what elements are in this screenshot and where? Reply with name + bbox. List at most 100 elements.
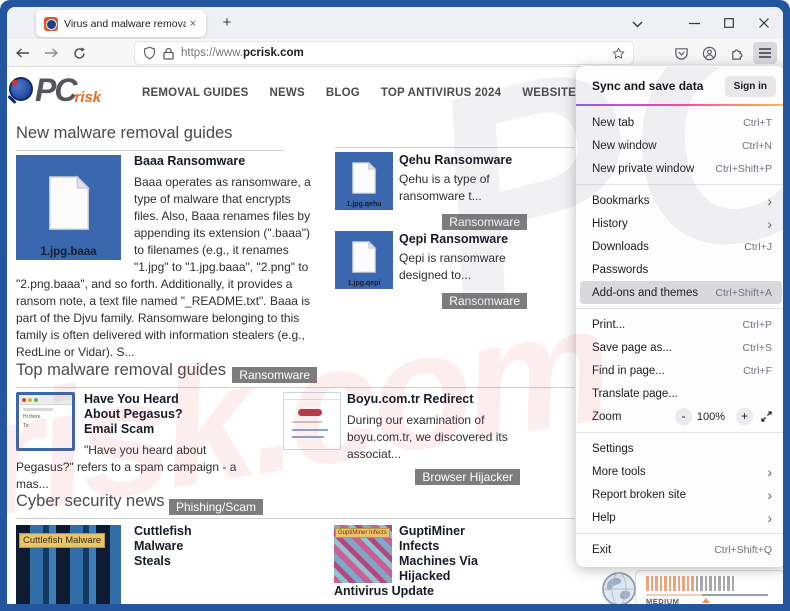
reload-icon[interactable] bbox=[67, 43, 91, 63]
thumb-text: Hi there bbox=[23, 414, 72, 420]
thumbnail-label: Cuttlefish Malware bbox=[19, 533, 105, 548]
article-thumbnail[interactable]: Hi there To: bbox=[16, 392, 75, 451]
category-badge[interactable]: Ransomware bbox=[442, 214, 527, 230]
menu-item-help[interactable]: Help› bbox=[576, 506, 783, 529]
article-baaa-ransomware: 1.jpg.baaa Baaa Ransomware Baaa operates… bbox=[16, 152, 317, 384]
article-thumbnail[interactable] bbox=[283, 392, 341, 450]
close-button[interactable] bbox=[751, 11, 777, 35]
article-title[interactable]: Qehu Ransomware bbox=[399, 153, 529, 168]
firefox-app-menu: Sync and save data Sign in New tabCtrl+T… bbox=[576, 66, 783, 567]
globe-icon bbox=[601, 571, 637, 604]
back-icon[interactable] bbox=[11, 43, 35, 63]
extensions-puzzle-icon[interactable] bbox=[725, 42, 749, 64]
menu-item-report-broken-site[interactable]: Report broken site› bbox=[576, 483, 783, 506]
zoom-level-value[interactable]: 100% bbox=[692, 411, 730, 423]
tab-title: Virus and malware removal inst bbox=[64, 18, 186, 30]
menu-divider bbox=[576, 308, 783, 309]
gauge-marker-icon bbox=[702, 598, 710, 603]
pcrisk-favicon-icon bbox=[44, 17, 58, 31]
article-thumbnail[interactable]: GuptiMiner Infects bbox=[334, 525, 392, 583]
thumb-text: To: bbox=[23, 423, 72, 429]
nav-top-antivirus[interactable]: TOP ANTIVIRUS 2024 bbox=[381, 87, 501, 99]
article-thumbnail[interactable]: 1.jpg.baaa bbox=[16, 155, 121, 260]
zoom-in-button[interactable]: + bbox=[736, 408, 753, 425]
url-text: https://www.pcrisk.com bbox=[181, 47, 304, 59]
menu-item-exit[interactable]: ExitCtrl+Shift+Q bbox=[576, 538, 783, 561]
new-tab-button[interactable]: + bbox=[217, 13, 237, 33]
article-excerpt: Qepi is ransomware designed to... bbox=[399, 250, 529, 284]
section-heading-top-guides: Top malware removal guides bbox=[16, 361, 575, 388]
pocket-icon[interactable] bbox=[669, 42, 693, 64]
menu-item-settings[interactable]: Settings bbox=[576, 437, 783, 460]
thumbnail-caption: 1.jpg.qehu bbox=[335, 201, 393, 208]
maximize-button[interactable] bbox=[716, 11, 742, 35]
menu-item-print[interactable]: Print...Ctrl+P bbox=[576, 313, 783, 336]
menu-item-zoom: Zoom - 100% + bbox=[576, 405, 783, 428]
menu-item-translate-page[interactable]: Translate page... bbox=[576, 382, 783, 405]
nav-news[interactable]: NEWS bbox=[270, 87, 305, 99]
article-title[interactable]: Qepi Ransomware bbox=[399, 232, 529, 247]
article-thumbnail[interactable]: Cuttlefish Malware bbox=[16, 525, 121, 604]
article-excerpt: Qehu is a type of ransomware t... bbox=[399, 171, 529, 205]
category-badge[interactable]: Browser Hijacker bbox=[415, 469, 520, 485]
menu-item-passwords[interactable]: Passwords bbox=[576, 258, 783, 281]
list-all-tabs-icon[interactable] bbox=[624, 15, 650, 33]
article-thumbnail[interactable]: 1.jpg.qepi bbox=[335, 231, 393, 289]
menu-item-addons-themes[interactable]: Add-ons and themesCtrl+Shift+A bbox=[580, 281, 782, 304]
site-navigation: REMOVAL GUIDES NEWS BLOG TOP ANTIVIRUS 2… bbox=[142, 87, 638, 99]
lock-icon[interactable] bbox=[163, 47, 174, 60]
menu-item-new-private-window[interactable]: New private windowCtrl+Shift+P bbox=[576, 157, 783, 180]
mail-window-bar bbox=[19, 395, 72, 405]
fullscreen-icon[interactable] bbox=[761, 411, 772, 422]
gauge-level-label: MEDIUM bbox=[646, 597, 679, 604]
url-bar[interactable]: https://www.pcrisk.com bbox=[135, 42, 633, 64]
menu-item-downloads[interactable]: DownloadsCtrl+J bbox=[576, 235, 783, 258]
file-icon bbox=[351, 241, 377, 273]
title-bar: Virus and malware removal inst × + bbox=[7, 7, 783, 39]
menu-item-history[interactable]: History› bbox=[576, 212, 783, 235]
menu-item-bookmarks[interactable]: Bookmarks› bbox=[576, 189, 783, 212]
file-icon bbox=[351, 162, 377, 194]
thumbnail-label: GuptiMiner Infects bbox=[335, 528, 390, 538]
magnifier-logo-icon bbox=[9, 77, 33, 101]
menu-item-more-tools[interactable]: More tools› bbox=[576, 460, 783, 483]
category-badge[interactable]: Ransomware bbox=[442, 293, 527, 309]
file-icon bbox=[47, 175, 91, 231]
thumbnail-caption: 1.jpg.qepi bbox=[335, 280, 393, 287]
account-icon[interactable] bbox=[697, 42, 721, 64]
logo-text-risk: risk bbox=[74, 89, 101, 106]
menu-hamburger-icon[interactable] bbox=[753, 42, 777, 64]
sync-gradient-divider bbox=[576, 104, 783, 106]
sign-in-button[interactable]: Sign in bbox=[725, 76, 776, 97]
menu-divider bbox=[576, 184, 783, 185]
nav-blog[interactable]: BLOG bbox=[326, 87, 360, 99]
zoom-out-button[interactable]: - bbox=[675, 408, 692, 425]
menu-item-sync[interactable]: Sync and save data Sign in bbox=[576, 72, 783, 100]
menu-item-new-tab[interactable]: New tabCtrl+T bbox=[576, 111, 783, 134]
bookmark-star-icon[interactable] bbox=[612, 47, 625, 60]
menu-item-save-page-as[interactable]: Save page as...Ctrl+S bbox=[576, 336, 783, 359]
article-qehu-ransomware: 1.jpg.qehu Qehu Ransomware Qehu is a typ… bbox=[335, 152, 527, 231]
browser-tab[interactable]: Virus and malware removal inst × bbox=[36, 10, 206, 37]
section-heading-new-guides: New malware removal guides bbox=[16, 124, 284, 151]
gauge-bars bbox=[646, 576, 734, 591]
section-heading-news: Cyber security news bbox=[16, 492, 575, 519]
threat-level-gauge[interactable]: MEDIUM bbox=[635, 570, 783, 604]
tab-close-icon[interactable]: × bbox=[186, 18, 200, 30]
navigation-toolbar: https://www.pcrisk.com bbox=[7, 39, 783, 67]
article-cuttlefish-malware: Cuttlefish Malware Cuttlefish Malware St… bbox=[16, 522, 326, 604]
section-divider bbox=[335, 147, 575, 148]
tracking-shield-icon[interactable] bbox=[143, 46, 156, 60]
chevron-right-icon: › bbox=[767, 489, 772, 501]
gauge-underline bbox=[646, 594, 768, 596]
thumbnail-caption: 1.jpg.baaa bbox=[16, 246, 121, 258]
menu-item-find-in-page[interactable]: Find in page...Ctrl+F bbox=[576, 359, 783, 382]
pcrisk-logo[interactable]: PC risk bbox=[9, 73, 101, 107]
article-thumbnail[interactable]: 1.jpg.qehu bbox=[335, 152, 393, 210]
article-qepi-ransomware: 1.jpg.qepi Qepi Ransomware Qepi is ranso… bbox=[335, 231, 527, 310]
menu-item-new-window[interactable]: New windowCtrl+N bbox=[576, 134, 783, 157]
minimize-button[interactable] bbox=[681, 11, 707, 35]
forward-icon[interactable] bbox=[39, 43, 63, 63]
browser-window-frame: Virus and malware removal inst × + bbox=[0, 0, 790, 611]
nav-removal-guides[interactable]: REMOVAL GUIDES bbox=[142, 87, 249, 99]
